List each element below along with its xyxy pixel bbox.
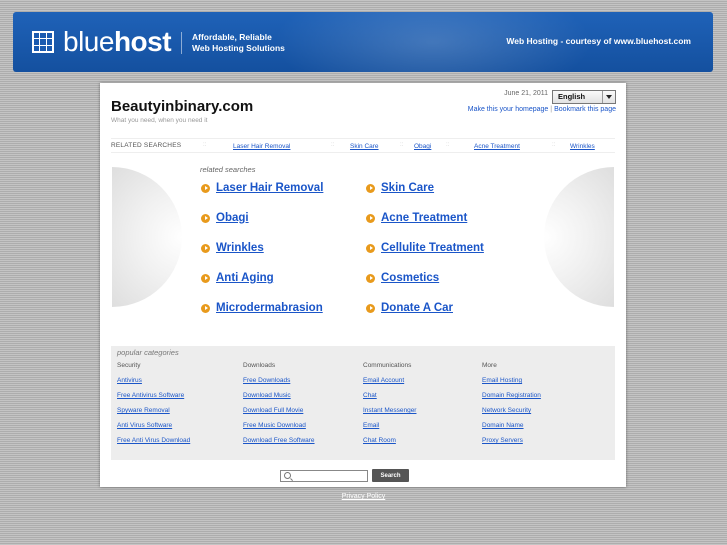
category-column-more: More Email Hosting Domain Registration N… [482,362,607,452]
related-searches-label: RELATED SEARCHES [111,142,182,149]
related-link[interactable]: Laser Hair Removal [216,182,323,194]
separator-dot: :: [552,142,556,148]
bluehost-logo[interactable]: bluehost [32,26,172,57]
related-link[interactable]: Cellulite Treatment [381,242,484,254]
make-homepage-link[interactable]: Make this your homepage [468,106,549,113]
separator-dot: :: [331,142,335,148]
category-link[interactable]: Free Antivirus Software [117,392,242,407]
bar-link-laser-hair-removal[interactable]: Laser Hair Removal [233,143,290,150]
popular-categories: popular categories Security Antivirus Fr… [111,346,615,460]
category-column-downloads: Downloads Free Downloads Download Music … [243,362,368,452]
search-input[interactable] [280,470,368,482]
category-link[interactable]: Download Full Movie [243,407,368,422]
search-icon [284,472,291,479]
arrow-right-icon [366,213,375,223]
separator-dot: :: [400,142,404,148]
chevron-down-icon[interactable] [602,91,615,103]
arrow-right-icon [201,213,210,223]
related-item[interactable]: Anti Aging [201,272,274,284]
language-value: English [558,92,586,101]
site-header: bluehost Affordable, Reliable Web Hostin… [13,12,713,72]
footer: Privacy Policy [0,493,727,500]
category-link[interactable]: Email Account [363,377,488,392]
category-link[interactable]: Domain Registration [482,392,607,407]
related-link[interactable]: Obagi [216,212,249,224]
category-column-security: Security Antivirus Free Antivirus Softwa… [117,362,242,452]
related-searches-heading: related searches [200,165,256,174]
separator-dot: :: [203,142,207,148]
decorative-sphere-left [112,167,182,307]
category-link[interactable]: Email [363,422,488,437]
category-link[interactable]: Free Anti Virus Download [117,437,242,452]
top-links: Make this your homepage | Bookmark this pa… [467,106,616,113]
category-link[interactable]: Free Music Download [243,422,368,437]
column-title: Security [117,362,141,369]
column-title: Communications [363,362,412,369]
category-link[interactable]: Chat Room [363,437,488,452]
separator-dot: :: [446,142,450,148]
column-title: Downloads [243,362,276,369]
category-link[interactable]: Email Hosting [482,377,607,392]
related-item[interactable]: Donate A Car [366,302,453,314]
category-link[interactable]: Network Security [482,407,607,422]
category-link[interactable]: Free Downloads [243,377,368,392]
arrow-right-icon [366,183,375,193]
related-item[interactable]: Cosmetics [366,272,439,284]
tagline-line2: Web Hosting Solutions [192,43,285,53]
date-text: June 21, 2011 [504,90,548,97]
bookmark-link[interactable]: Bookmark this page [554,106,616,113]
arrow-right-icon [366,303,375,313]
decorative-sphere-right [544,167,614,307]
related-item[interactable]: Cellulite Treatment [366,242,484,254]
arrow-right-icon [201,183,210,193]
category-link[interactable]: Proxy Servers [482,437,607,452]
related-item[interactable]: Microdermabrasion [201,302,323,314]
category-link[interactable]: Chat [363,392,488,407]
logo-text: bluehost [63,26,172,57]
tagline: Affordable, Reliable Web Hosting Solutio… [181,32,285,54]
category-link[interactable]: Anti Virus Software [117,422,242,437]
privacy-policy-link[interactable]: Privacy Policy [342,493,386,500]
bar-link-obagi[interactable]: Obagi [414,143,431,150]
arrow-right-icon [366,243,375,253]
related-link[interactable]: Anti Aging [216,272,274,284]
related-link[interactable]: Cosmetics [381,272,439,284]
column-title: More [482,362,497,369]
search-button[interactable]: Search [372,469,409,482]
bar-link-skin-care[interactable]: Skin Care [350,143,379,150]
related-link[interactable]: Acne Treatment [381,212,467,224]
category-link[interactable]: Spyware Removal [117,407,242,422]
arrow-right-icon [201,273,210,283]
related-item[interactable]: Skin Care [366,182,434,194]
related-link[interactable]: Wrinkles [216,242,264,254]
related-item[interactable]: Acne Treatment [366,212,467,224]
related-link[interactable]: Microdermabrasion [216,302,323,314]
related-item[interactable]: Laser Hair Removal [201,182,323,194]
courtesy-text: Web Hosting - courtesy of www.bluehost.c… [506,36,691,46]
category-link[interactable]: Antivirus [117,377,242,392]
category-link[interactable]: Instant Messenger [363,407,488,422]
related-link[interactable]: Donate A Car [381,302,453,314]
category-link[interactable]: Download Free Software [243,437,368,452]
tagline-line1: Affordable, Reliable [192,32,272,42]
arrow-right-icon [366,273,375,283]
popular-heading: popular categories [117,348,179,357]
bar-link-acne-treatment[interactable]: Acne Treatment [474,143,520,150]
category-link[interactable]: Download Music [243,392,368,407]
bar-link-wrinkles[interactable]: Wrinkles [570,143,595,150]
language-select[interactable]: English [552,90,616,104]
category-link[interactable]: Domain Name [482,422,607,437]
arrow-right-icon [201,303,210,313]
category-column-communications: Communications Email Account Chat Instan… [363,362,488,452]
related-searches-bar: RELATED SEARCHES :: Laser Hair Removal :… [111,138,615,153]
site-title: Beautyinbinary.com [111,98,254,115]
related-link[interactable]: Skin Care [381,182,434,194]
arrow-right-icon [201,243,210,253]
bluehost-logo-icon [32,31,54,53]
related-item[interactable]: Wrinkles [201,242,264,254]
content-card: Beautyinbinary.com What you need, when y… [100,83,626,487]
site-subtitle: What you need, when you need it [111,117,208,124]
related-item[interactable]: Obagi [201,212,249,224]
